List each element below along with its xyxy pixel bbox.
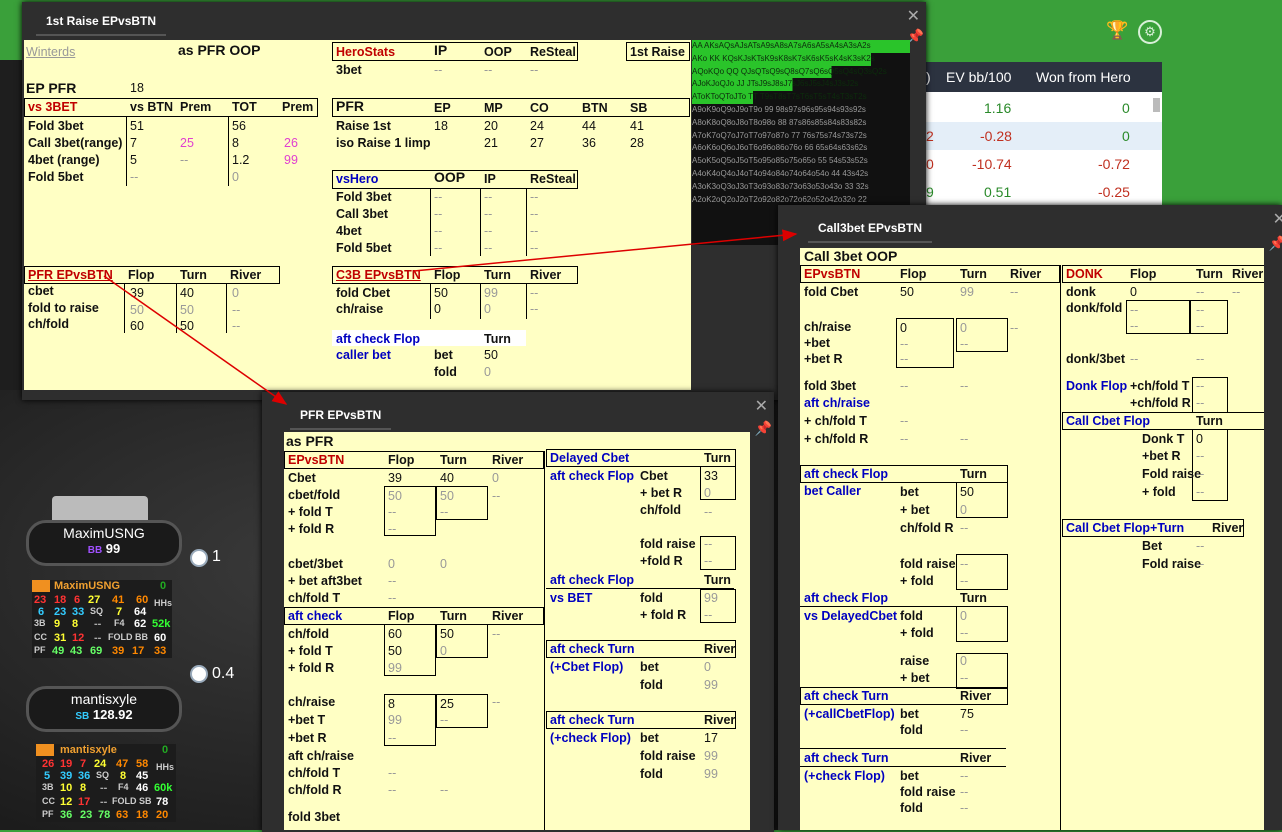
arrow-to-call3bet [413, 229, 798, 272]
link-arrows [103, 229, 798, 405]
arrow-to-pfr [103, 275, 288, 405]
